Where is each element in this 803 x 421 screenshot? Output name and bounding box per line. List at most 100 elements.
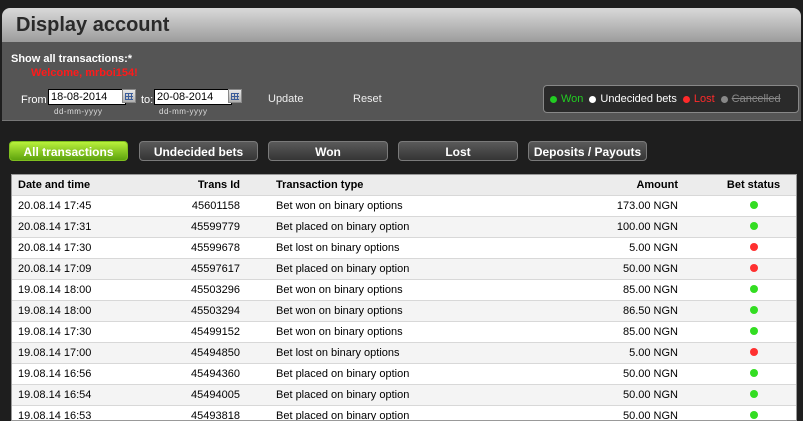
cell-trans-id: 45494850 [144, 342, 270, 364]
cell-amount: 50.00 NGN [502, 363, 711, 385]
cell-amount: 50.00 NGN [502, 384, 711, 406]
cell-trans-id: 45601158 [144, 195, 270, 217]
status-dot-icon [749, 390, 758, 398]
reset-button[interactable]: Reset [353, 93, 382, 105]
to-date-input[interactable]: 20-08-2014 [154, 89, 232, 105]
col-header-type[interactable]: Transaction type [270, 175, 502, 196]
cell-amount: 85.00 NGN [502, 321, 711, 343]
cell-date: 19.08.14 17:30 [12, 321, 144, 343]
cell-trans-id: 45599779 [144, 216, 270, 238]
tab-won[interactable]: Won [268, 141, 388, 161]
cell-amount: 5.00 NGN [502, 342, 711, 364]
cell-trans-id: 45494360 [144, 363, 270, 385]
to-calendar-icon[interactable] [228, 89, 242, 103]
table-row: 19.08.14 16:53 45493818 Bet placed on bina… [12, 405, 796, 420]
from-calendar-icon[interactable] [122, 89, 136, 103]
won-dot-icon [550, 95, 557, 103]
cell-transaction-type: Bet placed on binary option [270, 258, 502, 280]
col-header-bet-status[interactable]: Bet status [711, 175, 796, 196]
table-row: 20.08.14 17:45 45601158 Bet won on binary … [12, 195, 796, 217]
cell-date: 19.08.14 16:54 [12, 384, 144, 406]
status-dot-icon [749, 285, 758, 293]
legend-won-label: Won [561, 93, 584, 105]
to-label: to: [141, 94, 154, 106]
from-label: From [21, 94, 47, 106]
cell-transaction-type: Bet placed on binary option [270, 384, 502, 406]
cell-transaction-type: Bet won on binary options [270, 279, 502, 301]
to-date-format-hint: dd-mm-yyyy [159, 107, 208, 116]
col-header-date[interactable]: Date and time [12, 175, 144, 196]
status-dot-icon [749, 201, 758, 209]
status-legend: Won Undecided bets Lost Cancelled [543, 85, 799, 113]
table-row: 19.08.14 17:00 45494850 Bet lost on binary… [12, 342, 796, 364]
tab-undecided-bets[interactable]: Undecided bets [139, 141, 258, 161]
tab-deposits-payouts[interactable]: Deposits / Payouts [528, 141, 647, 161]
cell-transaction-type: Bet won on binary options [270, 300, 502, 322]
cell-trans-id: 45503296 [144, 279, 270, 301]
table-header-row: Date and time Trans Id Transaction type … [12, 175, 796, 196]
legend-won: Won [550, 93, 583, 105]
table-row: 20.08.14 17:31 45599779 Bet placed on bina… [12, 216, 796, 238]
cell-bet-status [711, 384, 796, 406]
welcome-message: Welcome, mrboi154! [31, 67, 138, 79]
cell-bet-status [711, 405, 796, 420]
update-button[interactable]: Update [268, 93, 303, 105]
cell-amount: 100.00 NGN [502, 216, 711, 238]
table-row: 19.08.14 18:00 45503294 Bet won on binary … [12, 300, 796, 322]
cell-date: 19.08.14 16:53 [12, 405, 144, 420]
cell-trans-id: 45494005 [144, 384, 270, 406]
status-dot-icon [749, 348, 758, 356]
tab-all-transactions[interactable]: All transactions [9, 141, 128, 161]
legend-undecided: Undecided bets [589, 93, 677, 105]
cell-bet-status [711, 300, 796, 322]
filter-panel: Show all transactions:* Welcome, mrboi15… [2, 42, 801, 121]
account-window: Display account Show all transactions:* … [0, 0, 803, 421]
cell-amount: 50.00 NGN [502, 258, 711, 280]
status-dot-icon [749, 327, 758, 335]
legend-lost: Lost [682, 93, 715, 105]
cell-amount: 85.00 NGN [502, 279, 711, 301]
from-date-input[interactable]: 18-08-2014 [48, 89, 126, 105]
cell-bet-status [711, 342, 796, 364]
tab-lost[interactable]: Lost [398, 141, 518, 161]
cancelled-dot-icon [720, 95, 728, 103]
cell-transaction-type: Bet lost on binary options [270, 237, 502, 259]
status-dot-icon [749, 264, 758, 272]
title-bar: Display account [2, 8, 801, 42]
col-header-amount[interactable]: Amount [502, 175, 711, 196]
table-row: 19.08.14 17:30 45499152 Bet won on binary … [12, 321, 796, 343]
cell-trans-id: 45599678 [144, 237, 270, 259]
cell-date: 20.08.14 17:09 [12, 258, 144, 280]
status-dot-icon [749, 243, 758, 251]
cell-bet-status [711, 195, 796, 217]
page-title: Display account [16, 14, 170, 36]
cell-transaction-type: Bet lost on binary options [270, 342, 502, 364]
cell-date: 19.08.14 17:00 [12, 342, 144, 364]
cell-trans-id: 45499152 [144, 321, 270, 343]
table-row: 20.08.14 17:30 45599678 Bet lost on binary… [12, 237, 796, 259]
legend-cancelled: Cancelled [720, 93, 781, 105]
cell-transaction-type: Bet placed on binary option [270, 216, 502, 238]
undecided-dot-icon [589, 95, 597, 103]
cell-trans-id: 45503294 [144, 300, 270, 322]
cell-transaction-type: Bet placed on binary option [270, 405, 502, 420]
cell-date: 20.08.14 17:45 [12, 195, 144, 217]
cell-date: 19.08.14 18:00 [12, 300, 144, 322]
cell-amount: 86.50 NGN [502, 300, 711, 322]
table-row: 19.08.14 16:54 45494005 Bet placed on bina… [12, 384, 796, 406]
legend-cancelled-label: Cancelled [731, 93, 781, 105]
cell-bet-status [711, 216, 796, 238]
cell-trans-id: 45597617 [144, 258, 270, 280]
table-row: 19.08.14 18:00 45503296 Bet won on binary … [12, 279, 796, 301]
table-row: 20.08.14 17:09 45597617 Bet placed on bina… [12, 258, 796, 280]
cell-amount: 5.00 NGN [502, 237, 711, 259]
col-header-trans-id[interactable]: Trans Id [144, 175, 270, 196]
cell-date: 20.08.14 17:31 [12, 216, 144, 238]
cell-bet-status [711, 279, 796, 301]
status-dot-icon [749, 369, 758, 377]
lost-dot-icon [682, 95, 690, 103]
cell-transaction-type: Bet placed on binary option [270, 363, 502, 385]
from-date-format-hint: dd-mm-yyyy [54, 107, 103, 116]
cell-amount: 50.00 NGN [502, 405, 711, 420]
cell-date: 20.08.14 17:30 [12, 237, 144, 259]
